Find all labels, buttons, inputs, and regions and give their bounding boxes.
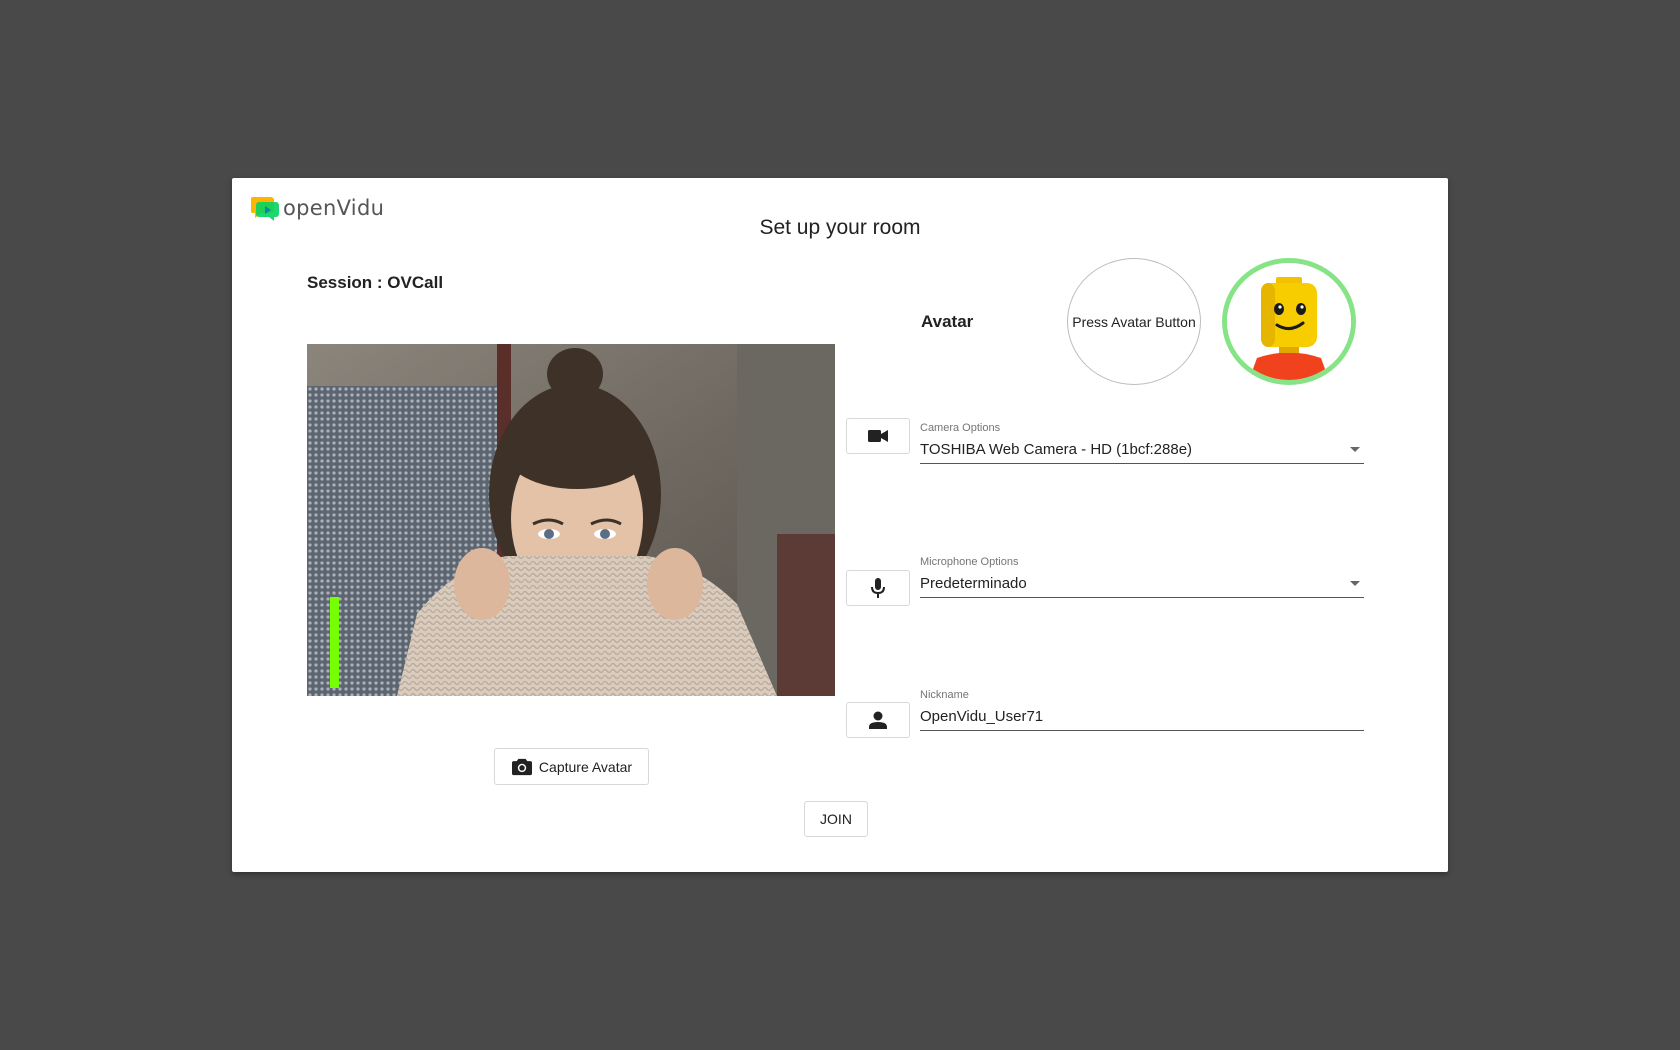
- camera-select[interactable]: TOSHIBA Web Camera - HD (1bcf:288e): [920, 435, 1364, 464]
- nickname-field[interactable]: Nickname: [920, 689, 1364, 731]
- microphone-select[interactable]: Predeterminado: [920, 569, 1364, 598]
- capture-avatar-label: Capture Avatar: [538, 758, 633, 775]
- join-button[interactable]: JOIN: [804, 801, 868, 837]
- dialog-title: Set up your room: [759, 216, 921, 239]
- setup-dialog: openVidu Set up your room Session : OVCa…: [232, 178, 1448, 872]
- chevron-down-icon: [1350, 580, 1360, 586]
- audio-level-meter: [330, 597, 339, 688]
- default-avatar-option[interactable]: [1222, 258, 1356, 385]
- nickname-input[interactable]: [920, 707, 1364, 725]
- capture-avatar-button[interactable]: Capture Avatar: [494, 748, 649, 785]
- chevron-down-icon: [1350, 446, 1360, 452]
- camera-selected-value: TOSHIBA Web Camera - HD (1bcf:288e): [920, 440, 1193, 458]
- mic-icon: [871, 578, 885, 598]
- camera-options-label: Camera Options: [920, 422, 1001, 434]
- nickname-icon-button[interactable]: [846, 702, 910, 738]
- nickname-input-wrapper[interactable]: [920, 702, 1364, 731]
- camera-options-field[interactable]: Camera Options TOSHIBA Web Camera - HD (…: [920, 422, 1364, 464]
- session-label: Session : OVCall: [307, 273, 444, 292]
- person-icon: [869, 711, 887, 729]
- avatar-label: Avatar: [921, 312, 974, 331]
- lego-avatar-image: [1227, 263, 1351, 380]
- microphone-options-field[interactable]: Microphone Options Predeterminado: [920, 556, 1364, 598]
- nickname-label: Nickname: [920, 689, 969, 701]
- microphone-toggle-button[interactable]: [846, 570, 910, 606]
- camera-preview-image: [307, 344, 835, 696]
- press-avatar-button[interactable]: Press Avatar Button: [1067, 258, 1201, 385]
- camera-preview: [307, 344, 835, 696]
- videocam-icon: [868, 430, 888, 442]
- microphone-selected-value: Predeterminado: [920, 574, 1027, 592]
- press-avatar-label: Press Avatar Button: [1072, 313, 1196, 330]
- microphone-options-label: Microphone Options: [920, 556, 1019, 568]
- camera-toggle-button[interactable]: [846, 418, 910, 454]
- camera-icon: [511, 758, 532, 775]
